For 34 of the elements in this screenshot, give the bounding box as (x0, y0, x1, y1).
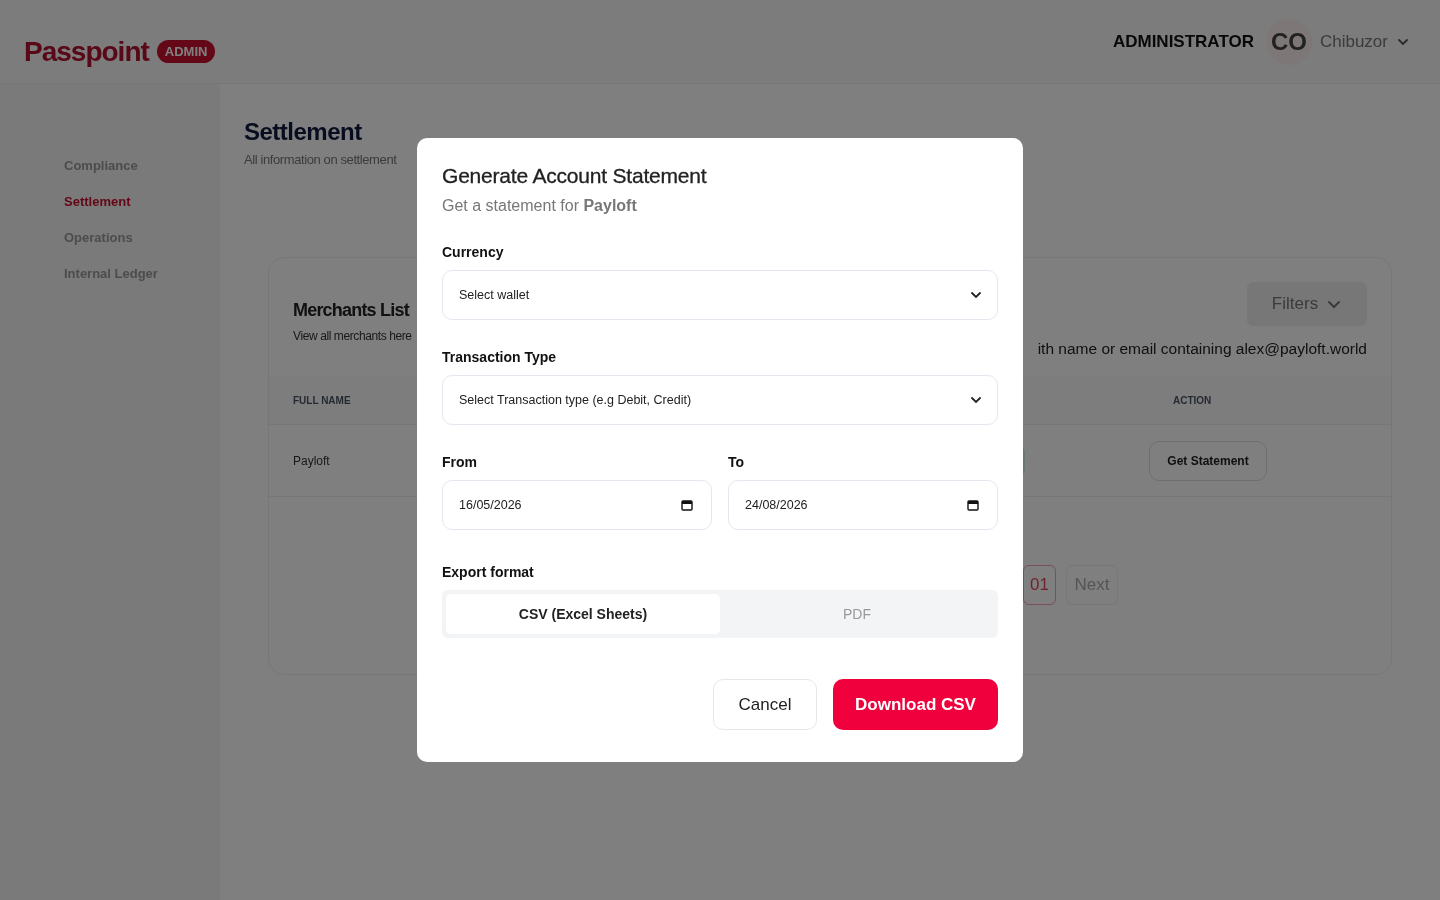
dialog-subtitle: Get a statement for Payloft (442, 197, 638, 215)
calendar-icon (681, 499, 693, 511)
field-label: Export format (442, 564, 534, 580)
card-title: Merchants List (293, 300, 411, 321)
field-label: Currency (442, 244, 504, 260)
role-label: ADMINISTRATOR (1112, 31, 1254, 52)
field-label: To (728, 454, 745, 470)
select-field[interactable]: Select Transaction type (e.g Debit, Credit) (442, 375, 998, 425)
avatar: CO (1265, 18, 1312, 65)
page-title: Settlement (244, 118, 363, 146)
filters-button[interactable]: Filters (1247, 282, 1367, 326)
dialog-title: Generate Account Statement (442, 164, 708, 188)
page-button[interactable]: 01 (1023, 565, 1056, 605)
field-label: Transaction Type (442, 349, 557, 365)
search-hint: ith name or email containing alex@payloft.world (1037, 340, 1367, 358)
calendar-icon (967, 499, 979, 511)
table-cell: Payloft (293, 453, 330, 468)
card-subtitle: View all merchants here (293, 329, 412, 343)
format-option[interactable]: CSV (Excel Sheets) (446, 594, 720, 634)
download-button[interactable]: Download CSV (833, 679, 998, 730)
get-statement-button[interactable]: Get Statement (1149, 440, 1267, 481)
user-name[interactable]: Chibuzor (1319, 31, 1388, 52)
select-field[interactable]: Select wallet (442, 270, 998, 320)
sidebar-item[interactable]: Settlement (64, 194, 220, 209)
page-subtitle: All information on settlement (244, 152, 398, 167)
column-header: FULL NAME (293, 394, 351, 406)
field-label: From (442, 454, 477, 470)
date-field[interactable]: 16/05/2026 (442, 480, 712, 530)
logo-wordmark: Passpoint (24, 35, 149, 68)
date-field[interactable]: 24/08/2026 (728, 480, 998, 530)
cancel-button[interactable]: Cancel (713, 679, 817, 730)
admin-badge: ADMIN (156, 40, 216, 63)
format-option[interactable]: PDF (720, 594, 994, 634)
column-header: ACTION (1173, 394, 1213, 406)
